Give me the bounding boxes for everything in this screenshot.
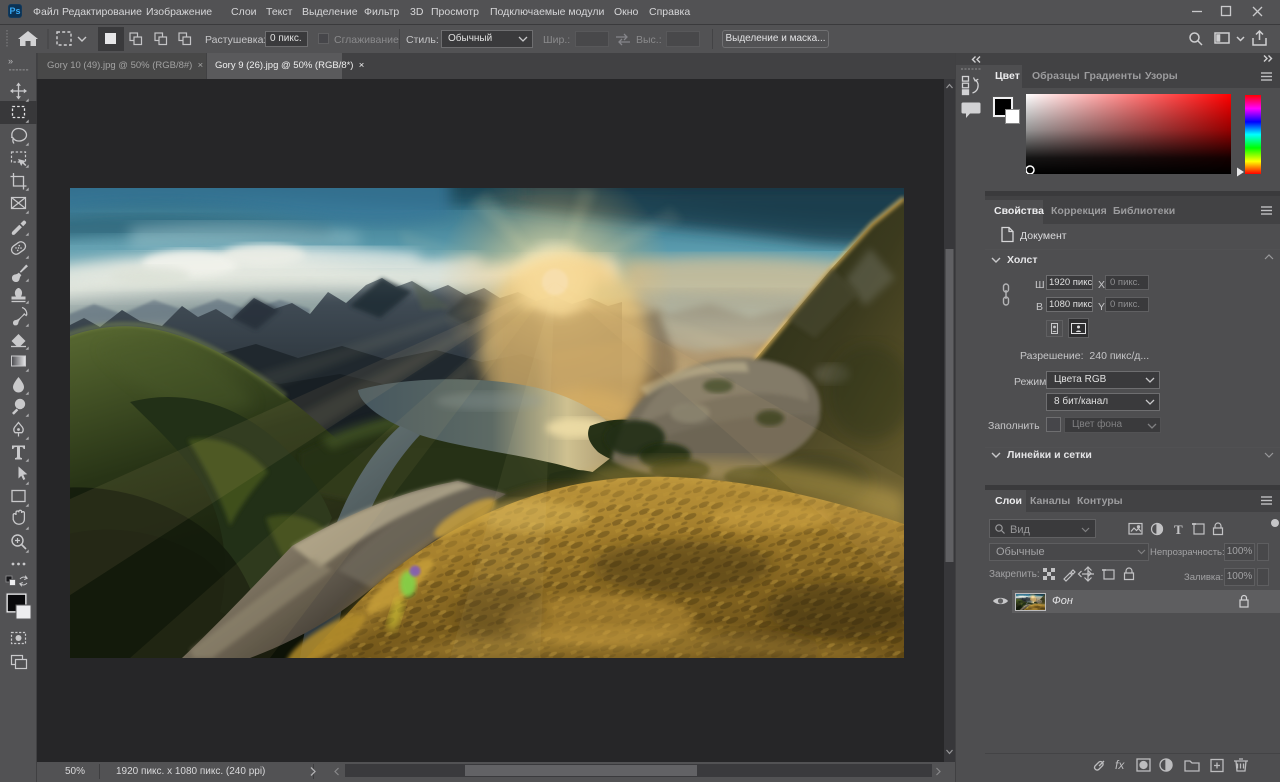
svg-text:»: »: [8, 56, 13, 66]
svg-text:T: T: [1174, 522, 1183, 537]
svg-text:fx: fx: [1115, 758, 1125, 772]
